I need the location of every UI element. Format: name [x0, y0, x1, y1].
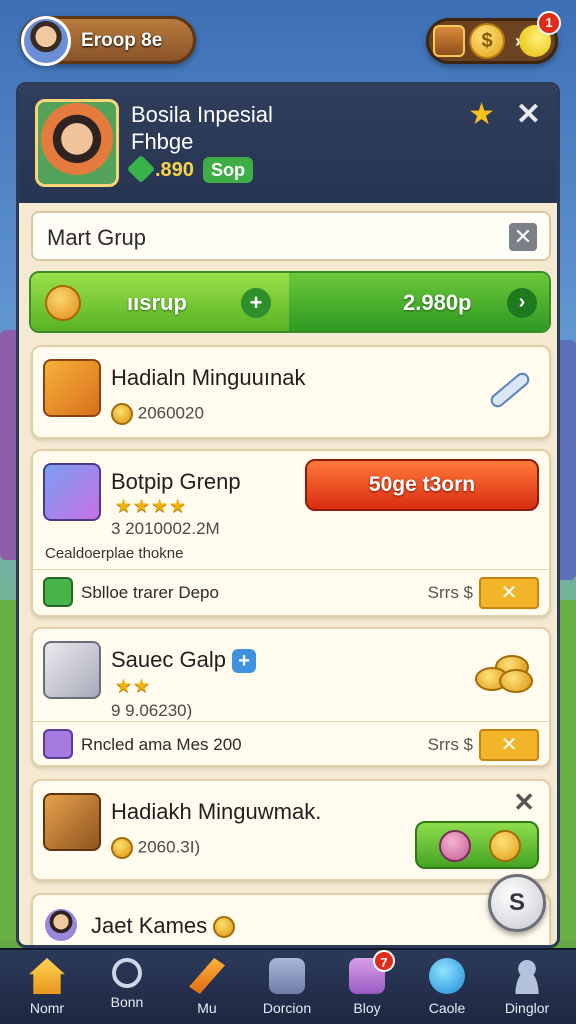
nav-item-shop[interactable]: 7 Bloy [326, 950, 408, 1022]
profile-chip[interactable]: Eroop 8e [20, 16, 196, 66]
buy-button[interactable]: ✕ [479, 729, 539, 761]
header-amount: .890 [155, 159, 194, 181]
footer-label: Rncled ama Mes 200 [81, 735, 242, 754]
home-icon [29, 958, 65, 994]
header-pill: Sop [203, 157, 253, 183]
rating-stars: ★★ [115, 676, 152, 697]
card-title: Hadiakh Minguwmak. [111, 799, 322, 824]
nav-item-calendar[interactable]: Dorcion [246, 958, 328, 1022]
coin-icon [111, 837, 133, 859]
character-portrait [35, 99, 119, 187]
group-value-button[interactable]: 2.980p › [289, 273, 549, 331]
card-title: Sauec Galp + [111, 647, 257, 674]
safe-icon [43, 641, 101, 699]
card-description: Cealdoerplae thokne [45, 545, 184, 562]
group-offer-card: Botpip Grenp ★★★★ 3 2010002.2M 50ge t3or… [31, 449, 551, 617]
top-bar: Eroop 8e $ › 1 [0, 0, 576, 80]
card-subtitle: 2060.3I) [111, 837, 200, 859]
chevron-right-icon: › [507, 288, 537, 318]
panel-title-line2: Fhbge [131, 129, 194, 154]
nav-item-profile[interactable]: Dinglor [486, 958, 568, 1022]
collect-button[interactable] [415, 821, 539, 869]
gift-box-icon [43, 463, 101, 521]
star-icon[interactable]: ★ [468, 97, 495, 132]
notification-badge: 1 [537, 11, 561, 35]
close-icon[interactable]: ✕ [513, 787, 535, 818]
map-icon [189, 958, 225, 994]
footer-label: Sblloe trarer Depo [81, 583, 219, 602]
card-subtitle: 9 9.06230) [111, 701, 193, 720]
group-action-bar: ıısrup + 2.980p › [29, 271, 551, 333]
player-list-item[interactable]: Jaet Kames [31, 893, 551, 945]
panel-title-line1: Bosila Inpesial [131, 102, 273, 127]
coin-stack-icon [475, 655, 535, 695]
wallet-display[interactable]: $ › 1 [426, 11, 561, 64]
nav-label: Bloy [353, 1000, 381, 1016]
card-subtitle: 2060020 [111, 403, 204, 425]
group-search-row[interactable]: Mart Grup ✕ [31, 211, 551, 261]
globe-icon [429, 958, 465, 994]
panel-title: Bosila Inpesial Fhbge [131, 101, 273, 155]
avatar [43, 907, 79, 943]
coin-icon [111, 403, 133, 425]
nav-label: Dinglor [504, 1000, 550, 1016]
player-name: Eroop 8e [81, 30, 163, 51]
claim-button[interactable]: 50ge t3orn [305, 459, 539, 511]
nav-label: Bonn [110, 994, 144, 1010]
group-panel: Bosila Inpesial Fhbge .890 Sop ★ ✕ Mart … [16, 82, 560, 948]
card-title: Botpip Grenp [111, 469, 241, 494]
coin-icon [489, 830, 521, 862]
nav-label: Dorcion [262, 1000, 312, 1016]
plus-icon[interactable]: + [232, 649, 257, 674]
treasure-chest-icon [433, 25, 465, 57]
card-subtitle: 3 2010002.2M [111, 519, 220, 538]
money-icon [43, 577, 73, 607]
card-title: Jaet Kames [91, 913, 236, 939]
join-group-label: ıısrup [127, 290, 187, 315]
ticket-icon [43, 729, 73, 759]
group-value-label: 2.980p [403, 290, 472, 315]
nav-label: Nomr [29, 1000, 65, 1016]
group-search-label: Mart Grup [47, 225, 147, 250]
chat-fab-button[interactable]: S [488, 874, 546, 932]
avatar [21, 16, 71, 66]
reward-card-weekly[interactable]: Hadialn Minguuınak 2060020 [31, 345, 551, 439]
gold-coin-icon: $ [469, 23, 505, 59]
join-group-button[interactable]: ıısrup + [31, 273, 289, 331]
reward-card-weekly: Hadiakh Minguwmak. 2060.3I) ✕ [31, 779, 551, 881]
clear-icon[interactable]: ✕ [509, 223, 537, 251]
plus-icon: + [241, 288, 271, 318]
divider [33, 569, 549, 570]
chest-icon [43, 793, 101, 851]
nav-item-home[interactable]: Nomr [6, 958, 88, 1022]
coin-icon [213, 916, 236, 939]
card-title: Hadialn Minguuınak [111, 365, 306, 390]
buy-button[interactable]: ✕ [479, 577, 539, 609]
nav-item-globe[interactable]: Caole [406, 958, 488, 1022]
panel-header: Bosila Inpesial Fhbge .890 Sop ★ ✕ [19, 85, 557, 203]
divider [33, 721, 549, 722]
user-icon [509, 958, 545, 994]
nav-label: Caole [428, 1000, 466, 1016]
search-icon [112, 958, 142, 988]
close-icon[interactable]: ✕ [516, 97, 541, 132]
nav-label: Mu [197, 1000, 217, 1016]
shop-icon: 7 [349, 950, 395, 994]
notification-badge: 7 [373, 950, 395, 972]
bottom-nav: Nomr Bonn Mu Dorcion 7 Bloy Caole Dinglo… [0, 948, 576, 1024]
nav-item-search[interactable]: Bonn [86, 958, 168, 1022]
pencil-icon[interactable] [487, 369, 533, 411]
nav-item-map[interactable]: Mu [166, 958, 248, 1022]
coin-icon [45, 285, 81, 321]
footer-price: Srrs $ [427, 583, 473, 602]
gift-pile-icon [43, 359, 101, 417]
group-offer-card: Sauec Galp + ★★ 9 9.06230) Rncled ama Me… [31, 627, 551, 767]
token-icon [439, 830, 471, 862]
leaf-icon [126, 154, 156, 184]
footer-price: Srrs $ [427, 735, 473, 754]
rating-stars: ★★★★ [115, 496, 188, 517]
calendar-icon [269, 958, 305, 994]
